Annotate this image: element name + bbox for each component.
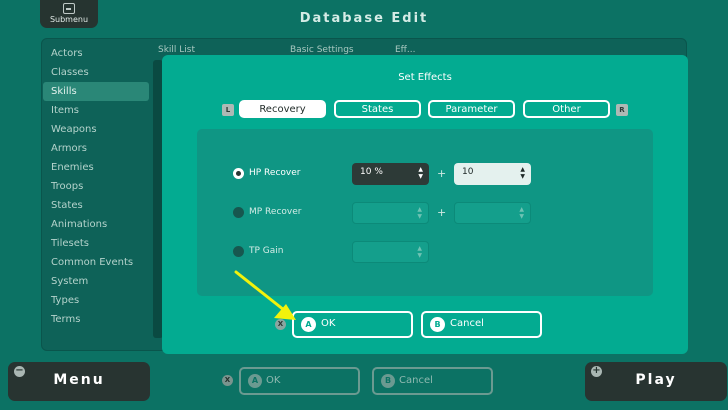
mp-percent-spinner[interactable]: ▲ ▼ (352, 202, 429, 224)
bottom-cancel-button[interactable]: B Cancel (372, 367, 493, 395)
category-item-classes[interactable]: Classes (43, 63, 149, 82)
plus-sign: + (437, 206, 447, 219)
category-list: Actors Classes Skills Items Weapons Armo… (43, 44, 149, 329)
category-item-terms[interactable]: Terms (43, 310, 149, 329)
tab-states[interactable]: States (334, 100, 421, 118)
mp-recover-label: MP Recover (249, 207, 302, 217)
tab-recovery[interactable]: Recovery (239, 100, 326, 118)
mp-flat-spinner[interactable]: ▲ ▼ (454, 202, 531, 224)
tab-skill-list[interactable]: Skill List (158, 45, 195, 55)
hp-flat-value: 10 (462, 167, 474, 177)
page-title: Database Edit (299, 11, 429, 26)
pointer-arrow-icon (234, 270, 296, 320)
spinner-arrows-icon: ▲ ▼ (417, 245, 422, 259)
hp-percent-value: 10 % (360, 167, 383, 177)
tp-gain-radio[interactable] (233, 246, 244, 257)
cancel-button[interactable]: B Cancel (421, 311, 542, 338)
hp-percent-spinner[interactable]: 10 % ▲ ▼ (352, 163, 429, 185)
bottom-ok-label: OK (266, 375, 281, 386)
ok-button[interactable]: A OK (292, 311, 413, 338)
category-item-tilesets[interactable]: Tilesets (43, 234, 149, 253)
category-item-weapons[interactable]: Weapons (43, 120, 149, 139)
ok-label: OK (321, 318, 336, 329)
hp-recover-label: HP Recover (249, 168, 301, 178)
category-item-states[interactable]: States (43, 196, 149, 215)
category-item-enemies[interactable]: Enemies (43, 158, 149, 177)
category-item-armors[interactable]: Armors (43, 139, 149, 158)
tp-gain-label: TP Gain (249, 246, 284, 256)
dialog-title: Set Effects (398, 72, 452, 83)
b-button-icon: B (430, 317, 445, 332)
play-button[interactable]: + Play (585, 362, 727, 401)
tp-gain-spinner[interactable]: ▲ ▼ (352, 241, 429, 263)
plus-sign: + (437, 167, 447, 180)
tab-other[interactable]: Other (523, 100, 610, 118)
category-item-items[interactable]: Items (43, 101, 149, 120)
menu-label: Menu (53, 372, 105, 388)
category-item-animations[interactable]: Animations (43, 215, 149, 234)
cancel-label: Cancel (450, 318, 484, 329)
spinner-arrows-icon: ▲ ▼ (519, 206, 524, 220)
spinner-arrows-icon: ▲ ▼ (417, 206, 422, 220)
bottom-cancel-label: Cancel (399, 375, 433, 386)
category-item-actors[interactable]: Actors (43, 44, 149, 63)
x-button-icon: X (222, 375, 233, 386)
category-item-types[interactable]: Types (43, 291, 149, 310)
hp-flat-spinner[interactable]: 10 ▲ ▼ (454, 163, 531, 185)
hp-recover-radio[interactable] (233, 168, 244, 179)
mp-recover-radio[interactable] (233, 207, 244, 218)
play-label: Play (635, 372, 677, 388)
r-shoulder-icon: R (616, 104, 628, 116)
menu-button[interactable]: − Menu (8, 362, 150, 401)
bottom-ok-button[interactable]: A OK (239, 367, 360, 395)
category-item-skills[interactable]: Skills (43, 82, 149, 101)
a-button-icon: A (248, 374, 262, 388)
b-button-icon: B (381, 374, 395, 388)
category-item-common-events[interactable]: Common Events (43, 253, 149, 272)
l-shoulder-icon: L (222, 104, 234, 116)
category-item-troops[interactable]: Troops (43, 177, 149, 196)
tab-parameter[interactable]: Parameter (428, 100, 515, 118)
tab-basic-settings[interactable]: Basic Settings (290, 45, 354, 55)
category-item-system[interactable]: System (43, 272, 149, 291)
spinner-arrows-icon: ▲ ▼ (418, 166, 423, 180)
spinner-arrows-icon: ▲ ▼ (520, 166, 525, 180)
tab-effects[interactable]: Eff... (395, 45, 415, 55)
